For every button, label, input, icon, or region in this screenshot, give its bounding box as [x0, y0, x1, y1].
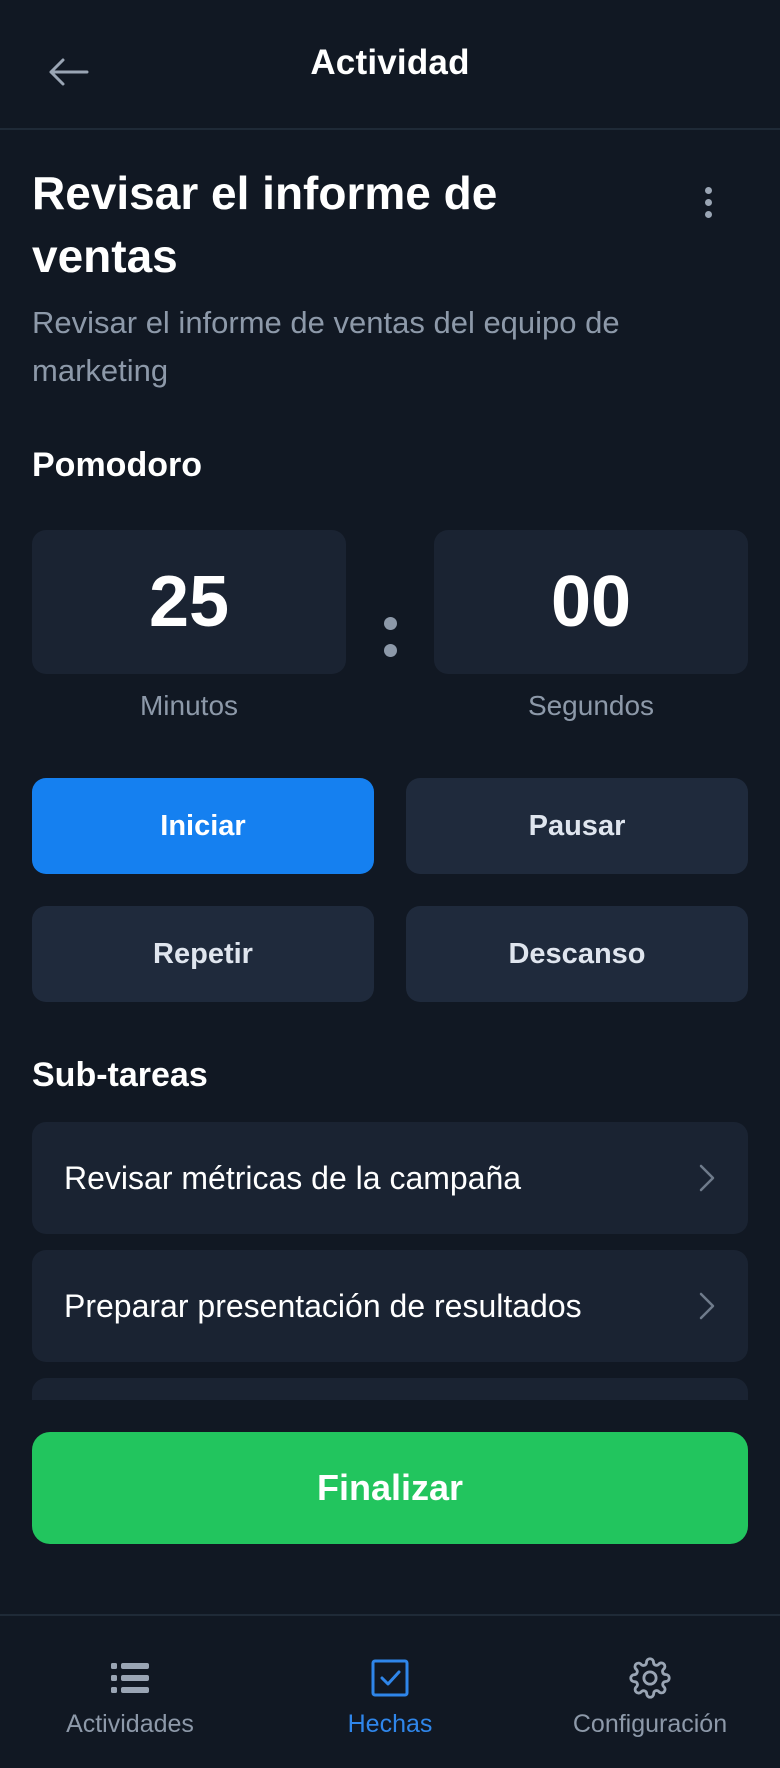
break-button[interactable]: Descanso — [406, 906, 748, 1002]
minutes-display: 25 — [32, 530, 346, 674]
nav-item-hechas[interactable]: Hechas — [280, 1656, 500, 1746]
arrow-left-icon — [49, 58, 89, 86]
chevron-right-icon — [699, 1292, 715, 1320]
subtask-label: Preparar presentación de resultados — [64, 1287, 582, 1324]
pomodoro-section-title: Pomodoro — [32, 446, 202, 484]
bottom-navigation: Actividades Hechas Configuración — [0, 1614, 780, 1768]
checkbox-icon — [368, 1656, 412, 1700]
nav-item-configuracion[interactable]: Configuración — [540, 1656, 760, 1746]
task-description: Revisar el informe de ventas del equipo … — [32, 305, 620, 388]
app-header: Actividad — [0, 0, 780, 130]
minutes-label: Minutos — [139, 690, 239, 721]
nav-item-actividades[interactable]: Actividades — [20, 1656, 240, 1746]
chevron-right-icon — [699, 1164, 715, 1192]
subtask-list[interactable]: Revisar métricas de la campaña Preparar … — [32, 1122, 748, 1400]
subtasks-section-title: Sub-tareas — [32, 1056, 208, 1094]
more-options-button[interactable] — [692, 180, 724, 224]
start-button[interactable]: Iniciar — [32, 778, 374, 874]
back-button[interactable] — [44, 50, 92, 94]
pause-button[interactable]: Pausar — [406, 778, 748, 874]
subtask-item[interactable]: Preparar presentación de resultados — [32, 1250, 748, 1362]
subtask-item[interactable]: Revisar métricas de la campaña — [32, 1122, 748, 1234]
nav-label: Actividades — [66, 1710, 194, 1738]
repeat-button[interactable]: Repetir — [32, 906, 374, 1002]
more-vertical-icon-dot — [704, 210, 712, 218]
subtask-label: Revisar métricas de la campaña — [64, 1159, 522, 1196]
more-vertical-icon-dot — [704, 198, 712, 206]
seconds-display: 00 — [434, 530, 748, 674]
seconds-label: Segundos — [527, 690, 655, 721]
list-icon — [108, 1656, 152, 1700]
timer-separator — [383, 617, 397, 657]
subtask-item[interactable] — [32, 1378, 748, 1400]
task-title: Revisar el informe de ventas — [32, 167, 498, 282]
nav-label: Configuración — [572, 1710, 728, 1738]
nav-label: Hechas — [347, 1710, 433, 1738]
gear-icon — [628, 1656, 672, 1700]
finish-button[interactable]: Finalizar — [32, 1432, 748, 1544]
page-title: Actividad — [310, 43, 470, 82]
more-vertical-icon — [704, 186, 712, 194]
